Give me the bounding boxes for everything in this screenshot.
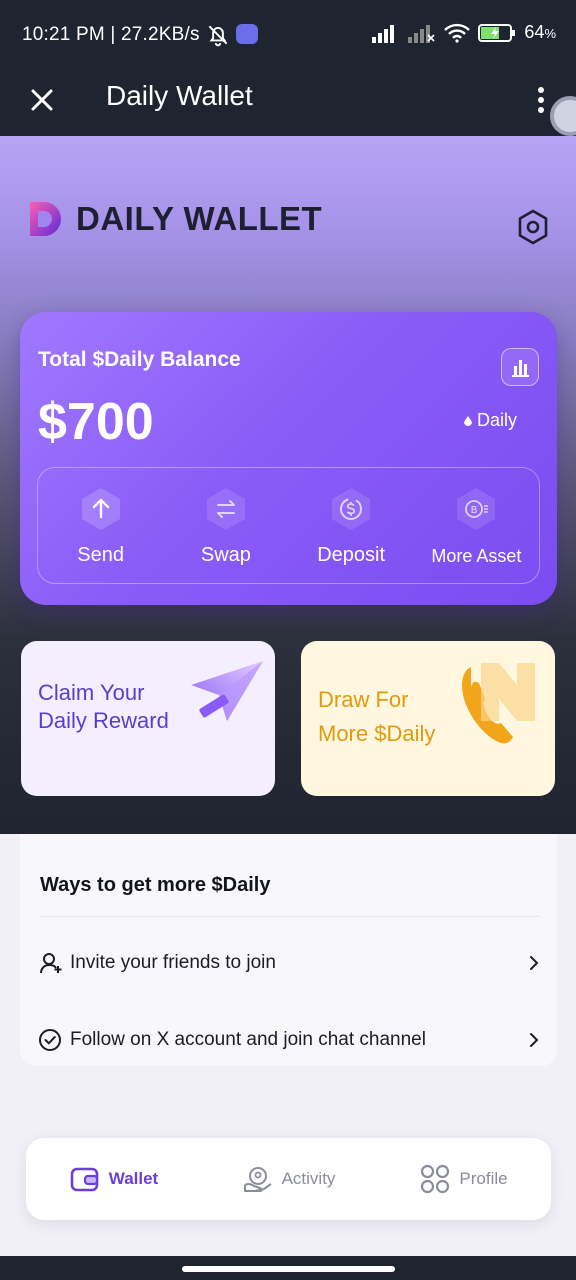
bitcoin-coin-icon: B: [457, 488, 496, 530]
more-asset-label: More Asset: [431, 546, 522, 566]
hexagon-settings-icon[interactable]: [514, 208, 552, 246]
balance-amount: $700: [38, 393, 154, 451]
discord-icon: [236, 24, 258, 44]
nav-profile[interactable]: Profile: [376, 1138, 551, 1220]
more-asset-button[interactable]: B More Asset: [414, 468, 539, 583]
nav-activity-label: Activity: [281, 1169, 336, 1188]
send-label: Send: [77, 544, 124, 566]
balance-label: Total $Daily Balance: [38, 348, 241, 371]
bar-chart-icon: [511, 359, 529, 377]
draw-card[interactable]: Draw For More $Daily: [301, 641, 555, 796]
lower-section: Ways to get more $Daily Invite your frie…: [0, 834, 576, 1256]
brand-logo-icon: [30, 202, 61, 236]
gesture-area: [0, 1256, 576, 1280]
bottom-nav: Wallet Activity Profile: [26, 1138, 551, 1220]
battery-icon: [478, 23, 516, 42]
status-bar: 10:21 PM | 27.2KB/s 64%: [0, 0, 576, 68]
phone-lucky-icon: [462, 663, 535, 744]
wallet-icon: [70, 1167, 99, 1192]
claim-reward-card[interactable]: Claim Your Daily Reward: [21, 641, 275, 796]
grid-icon: [421, 1164, 450, 1194]
send-button[interactable]: Send: [38, 468, 163, 583]
swap-button[interactable]: Swap: [163, 468, 288, 583]
follow-x-item[interactable]: Follow on X account and join chat channe…: [38, 1020, 543, 1060]
paper-plane-icon: [191, 661, 263, 721]
status-indicators: 64%: [372, 22, 556, 43]
deposit-button[interactable]: Deposit: [289, 468, 414, 583]
nav-activity[interactable]: Activity: [201, 1138, 376, 1220]
ways-divider: [40, 916, 539, 917]
bell-off-icon: [208, 25, 228, 47]
follow-x-label: Follow on X account and join chat channe…: [70, 1029, 426, 1050]
daily-token-icon: [464, 415, 472, 426]
deposit-label: Deposit: [317, 544, 386, 566]
app-bar: Daily Wallet: [0, 68, 576, 136]
nav-profile-label: Profile: [459, 1169, 508, 1188]
arrow-up-icon: [81, 488, 120, 530]
balance-card: Total $Daily Balance $700 Daily Send Swa…: [20, 312, 557, 605]
balance-unit: Daily: [462, 410, 517, 431]
app-title: Daily Wallet: [106, 80, 253, 111]
wifi-icon: [444, 23, 471, 43]
brand-name: DAILY WALLET: [76, 200, 323, 237]
brand-header: DAILY WALLET: [28, 198, 322, 240]
nav-wallet-label: Wallet: [108, 1169, 159, 1188]
close-icon[interactable]: [24, 82, 60, 118]
swap-label: Swap: [200, 544, 251, 566]
add-user-icon: [40, 953, 62, 974]
activity-icon: [243, 1167, 272, 1192]
signal-off-icon: [408, 24, 435, 43]
action-row: Send Swap Deposit B More Asset: [37, 467, 540, 584]
svg-text:B: B: [471, 505, 478, 516]
draw-text: Draw For More $Daily: [318, 687, 436, 746]
dollar-coin-icon: [332, 488, 371, 530]
battery-percent: 64%: [524, 22, 556, 42]
ways-card: Ways to get more $Daily Invite your frie…: [20, 834, 557, 1066]
status-time: 10:21 PM | 27.2KB/s: [22, 24, 200, 45]
check-circle-icon: [39, 1029, 61, 1051]
invite-friends-item[interactable]: Invite your friends to join: [38, 943, 543, 983]
invite-friends-label: Invite your friends to join: [70, 952, 276, 973]
wallet-main: DAILY WALLET Total $Daily Balance $700 D…: [0, 136, 576, 836]
ways-title: Ways to get more $Daily: [40, 874, 271, 896]
chevron-right-icon: [530, 1033, 539, 1047]
nav-wallet[interactable]: Wallet: [26, 1138, 201, 1220]
claim-reward-text: Claim Your Daily Reward: [38, 680, 169, 733]
gesture-bar[interactable]: [182, 1266, 395, 1272]
swap-icon: [206, 488, 245, 530]
signal-icon: [372, 24, 395, 43]
chevron-right-icon: [530, 956, 539, 970]
stats-button[interactable]: [501, 348, 539, 386]
